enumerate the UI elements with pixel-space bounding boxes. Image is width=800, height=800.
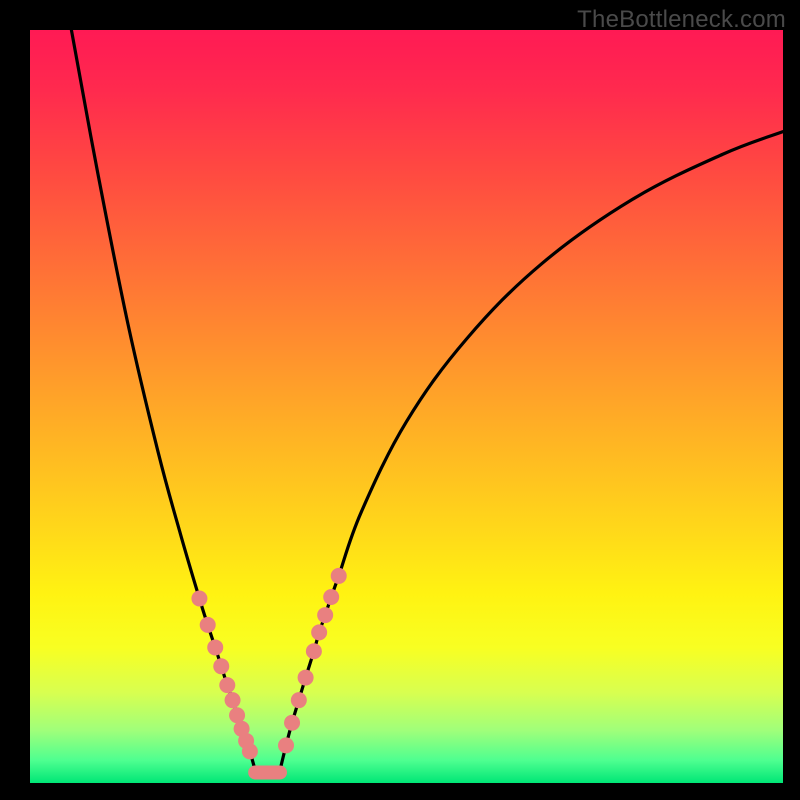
data-bead — [317, 607, 333, 623]
chart-svg — [30, 30, 783, 783]
data-bead — [284, 715, 300, 731]
curve-right-branch — [280, 132, 783, 771]
chart-plot-area — [30, 30, 783, 783]
data-bead — [311, 624, 327, 640]
data-bead — [323, 589, 339, 605]
data-bead — [331, 568, 347, 584]
data-bead — [225, 692, 241, 708]
data-bead — [207, 639, 223, 655]
data-bead — [229, 707, 245, 723]
data-bead — [291, 692, 307, 708]
data-bead — [219, 677, 235, 693]
data-bead — [191, 591, 207, 607]
curve-left-branch — [71, 30, 255, 770]
data-bead — [213, 658, 229, 674]
chart-frame: TheBottleneck.com — [0, 0, 800, 800]
data-bead — [242, 743, 258, 759]
data-bead — [278, 737, 294, 753]
data-bead — [298, 670, 314, 686]
data-bead — [306, 643, 322, 659]
data-bead — [200, 617, 216, 633]
